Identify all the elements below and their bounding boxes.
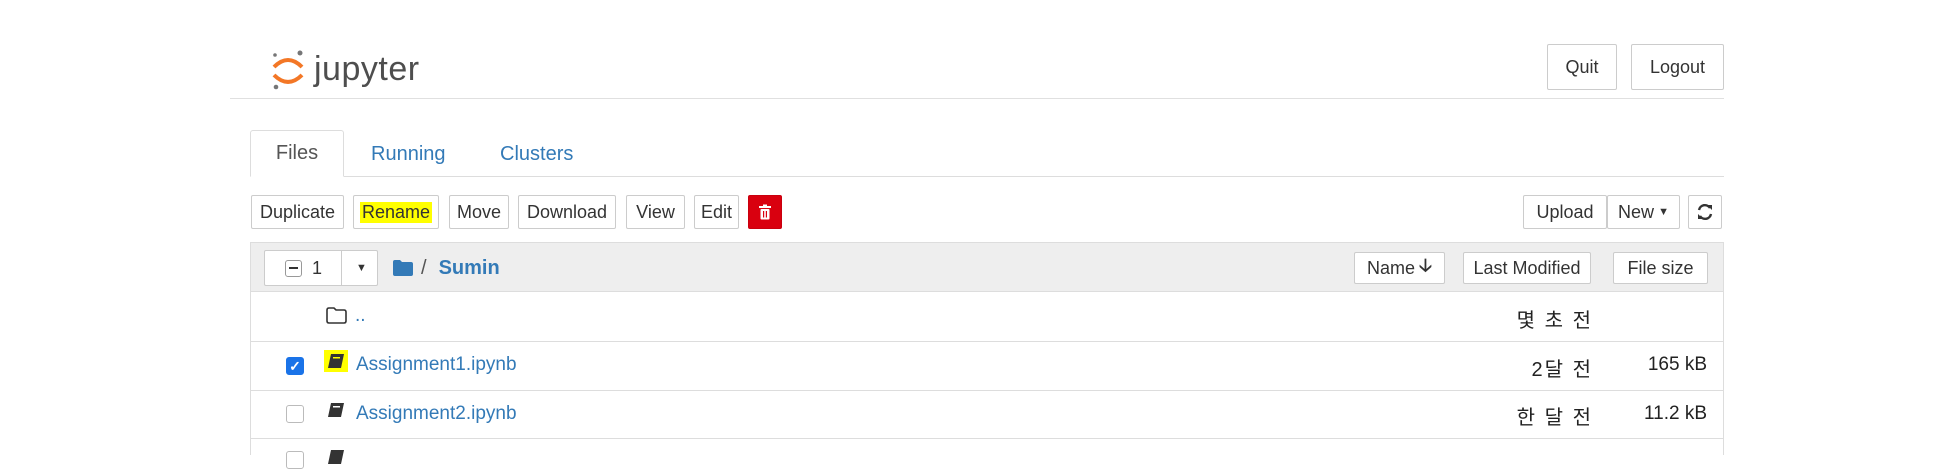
caret-down-icon: ▼ <box>356 262 367 274</box>
folder-outline-icon <box>326 307 347 324</box>
row-modified: 2달 전 <box>1531 359 1593 381</box>
select-all-dropdown[interactable]: 1 ▼ <box>264 250 378 286</box>
view-button[interactable]: View <box>626 195 685 229</box>
trash-icon <box>759 204 771 220</box>
jupyter-logo-icon <box>272 50 304 90</box>
list-item-parent-dir[interactable] <box>250 292 1724 341</box>
tab-running[interactable]: Running <box>371 143 446 166</box>
parent-dir-link[interactable]: .. <box>355 305 366 327</box>
move-button[interactable]: Move <box>449 195 509 229</box>
logo-text: jupyter <box>314 49 420 88</box>
arrow-down-icon: 🡣 <box>1419 255 1432 275</box>
caret-down-icon: ▼ <box>1658 206 1669 218</box>
jupyter-logo[interactable]: jupyter <box>270 44 420 94</box>
notebook-icon <box>328 450 344 464</box>
refresh-button[interactable] <box>1688 195 1722 229</box>
new-button-label: New <box>1618 201 1655 222</box>
row-modified: 한 달 전 <box>1516 407 1593 429</box>
breadcrumb-separator: / <box>421 256 427 279</box>
notebook-icon <box>324 350 348 372</box>
file-link-assignment1[interactable]: Assignment1.ipynb <box>356 354 517 376</box>
upload-button[interactable]: Upload <box>1523 195 1607 229</box>
sort-name-label: Name <box>1367 257 1416 278</box>
tab-files-label: Files <box>275 142 319 164</box>
delete-button[interactable] <box>748 195 782 229</box>
new-dropdown-button[interactable]: New ▼ <box>1607 195 1680 229</box>
header-divider <box>230 98 1724 99</box>
rename-button-label: Rename <box>359 201 433 223</box>
dropdown-divider <box>341 251 342 285</box>
duplicate-button[interactable]: Duplicate <box>251 195 344 229</box>
edit-button[interactable]: Edit <box>694 195 739 229</box>
sort-size-button[interactable]: File size <box>1613 252 1708 284</box>
row-checkbox[interactable]: ✓ <box>286 357 304 375</box>
sort-name-button[interactable]: Name 🡣 <box>1354 252 1445 284</box>
selected-count: 1 <box>312 257 323 278</box>
minus-icon <box>289 267 298 269</box>
row-size: 165 kB <box>1647 354 1707 375</box>
folder-icon[interactable] <box>393 260 413 276</box>
breadcrumb: / Sumin <box>393 255 500 281</box>
select-all-checkbox[interactable] <box>285 259 302 277</box>
download-button[interactable]: Download <box>518 195 616 229</box>
row-divider <box>250 438 1724 439</box>
list-left-border <box>250 292 251 455</box>
quit-button[interactable]: Quit <box>1547 44 1617 90</box>
row-size: 11.2 kB <box>1643 403 1707 424</box>
breadcrumb-folder-link[interactable]: Sumin <box>439 257 500 280</box>
tab-files[interactable]: Files <box>250 130 344 177</box>
check-icon: ✓ <box>289 358 301 374</box>
notebook-icon <box>328 403 344 417</box>
tab-bar-divider <box>250 176 1724 177</box>
sort-modified-button[interactable]: Last Modified <box>1463 252 1591 284</box>
row-modified: 몇 초 전 <box>1516 310 1593 332</box>
row-checkbox[interactable] <box>286 405 304 423</box>
logout-button[interactable]: Logout <box>1631 44 1724 90</box>
rename-button[interactable]: Rename <box>353 195 439 229</box>
tab-clusters[interactable]: Clusters <box>500 143 573 166</box>
row-checkbox-partial[interactable] <box>286 451 304 469</box>
refresh-icon <box>1697 203 1713 221</box>
list-right-border <box>1723 292 1724 455</box>
file-link-assignment2[interactable]: Assignment2.ipynb <box>356 403 517 425</box>
